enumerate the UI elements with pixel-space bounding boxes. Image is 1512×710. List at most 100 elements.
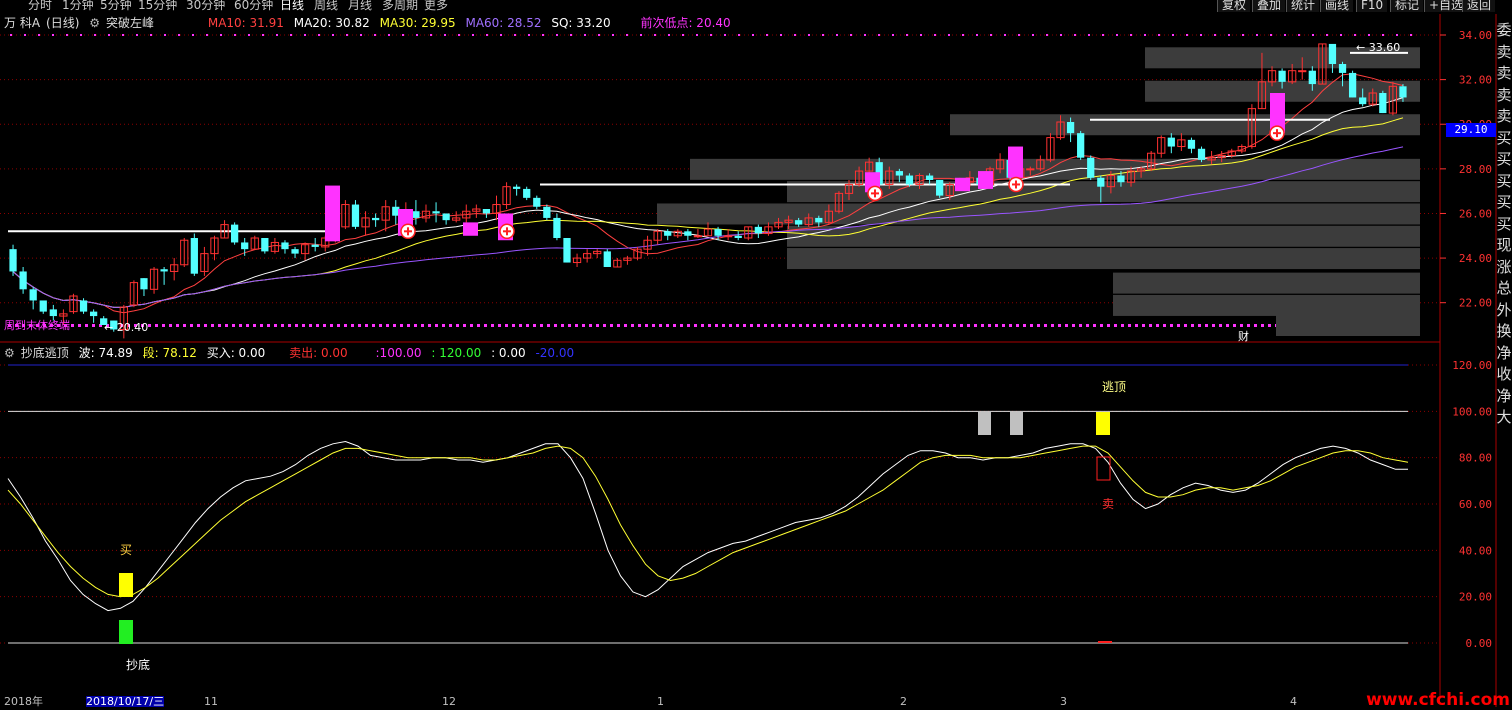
toolbar-button-7[interactable]: 返回: [1462, 0, 1496, 12]
breakout-block-7: [1008, 146, 1023, 178]
prev-low-dot: [995, 324, 998, 327]
quote-label-6: 买: [1496, 150, 1512, 168]
indicator-name[interactable]: 突破左峰: [106, 16, 154, 30]
top-dot: [920, 34, 922, 36]
candle-body-down: [49, 309, 57, 317]
top-dot: [850, 34, 852, 36]
volume-profile-bar-8: [1113, 272, 1420, 294]
gray-bar-1: [978, 412, 991, 435]
prev-low-dot: [1170, 324, 1173, 327]
price-tick-label-0: 22.00: [1459, 297, 1492, 310]
prev-low-dot: [666, 324, 669, 327]
prev-low-dot: [330, 324, 333, 327]
prev-low-dot: [463, 324, 466, 327]
date-label-5: 2: [900, 695, 907, 708]
top-dot: [1018, 34, 1020, 36]
prev-low-dot: [610, 324, 613, 327]
volume-profile-bar-5: [657, 203, 1420, 225]
candle-body-down: [563, 238, 571, 263]
top-dot: [248, 34, 250, 36]
toolbar-button-4[interactable]: F10: [1356, 0, 1388, 12]
osc-tick-label-1: 20.00: [1459, 591, 1492, 604]
prev-low-dot: [974, 324, 977, 327]
top-dot: [234, 34, 236, 36]
top-dot: [752, 34, 754, 36]
top-dot: [1102, 34, 1104, 36]
top-dot: [136, 34, 138, 36]
period-tab-8[interactable]: 月线: [348, 0, 372, 12]
prev-low-dot: [505, 324, 508, 327]
prev-low-dot: [477, 324, 480, 327]
prev-low-dot: [680, 324, 683, 327]
top-dot: [1074, 34, 1076, 36]
candle-body-down: [684, 231, 692, 236]
period-tab-7[interactable]: 周线: [314, 0, 338, 12]
top-dot: [1354, 34, 1356, 36]
candle-body-down: [9, 249, 17, 272]
top-dot: [1186, 34, 1188, 36]
prev-low-dot: [449, 324, 452, 327]
prev-low-dot: [883, 324, 886, 327]
osc-gear-icon[interactable]: ⚙: [4, 346, 15, 360]
volume-profile-bar-9: [1113, 294, 1420, 316]
escape-bar: [1096, 412, 1110, 435]
toolbar-button-0[interactable]: 复权: [1217, 0, 1251, 12]
candle-body-down: [1066, 122, 1075, 134]
prev-low-dot: [407, 324, 410, 327]
stock-name[interactable]: 万 科A: [4, 16, 40, 30]
osc-title[interactable]: 抄底逃顶: [21, 346, 69, 360]
indicator-gear-icon[interactable]: ⚙: [89, 16, 100, 30]
prev-low-dot: [232, 324, 235, 327]
toolbar-button-3[interactable]: 画线: [1320, 0, 1354, 12]
top-dot: [962, 34, 964, 36]
toolbar-button-1[interactable]: 叠加: [1252, 0, 1286, 12]
top-dot: [1046, 34, 1048, 36]
prev-low-dot: [813, 324, 816, 327]
top-dot: [80, 34, 82, 36]
quote-label-16: 收: [1496, 365, 1512, 383]
toolbar-button-2[interactable]: 统计: [1286, 0, 1320, 12]
period-tab-0[interactable]: 分时: [28, 0, 52, 12]
prev-low-dot: [743, 324, 746, 327]
prev-low-dot: [442, 324, 445, 327]
quote-label-18: 大: [1496, 408, 1512, 426]
prev-low-dot: [218, 324, 221, 327]
candle-body-down: [432, 211, 440, 214]
top-dot: [542, 34, 544, 36]
prev-low-dot: [694, 324, 697, 327]
period-tab-4[interactable]: 30分钟: [186, 0, 225, 12]
period-tab-2[interactable]: 5分钟: [100, 0, 132, 12]
candle-body-up: [1026, 168, 1035, 171]
date-label-7: 4: [1290, 695, 1297, 708]
prev-low-dot: [960, 324, 963, 327]
period-tab-10[interactable]: 更多: [424, 0, 448, 12]
candle-body-down: [936, 180, 944, 196]
candle-body-down: [311, 244, 319, 247]
toolbar-button-5[interactable]: 标记: [1390, 0, 1424, 12]
osc-sell: 卖出: 0.00: [289, 346, 348, 360]
prev-low-dot: [1051, 324, 1054, 327]
period-tab-1[interactable]: 1分钟: [62, 0, 94, 12]
top-dot: [472, 34, 474, 36]
legend-ma30: MA30: 29.95: [379, 16, 456, 30]
prev-low-dot: [638, 324, 641, 327]
prev-low-dot: [904, 324, 907, 327]
prev-low-dot: [176, 324, 179, 327]
toolbar-button-6[interactable]: +自选: [1424, 0, 1468, 12]
prev-low-dot: [1247, 324, 1250, 327]
prev-low-dot: [953, 324, 956, 327]
period-tab-9[interactable]: 多周期: [382, 0, 418, 12]
top-dot: [1410, 34, 1412, 36]
price-tick-label-1: 24.00: [1459, 252, 1492, 265]
date-label-4: 1: [657, 695, 664, 708]
period-tab-3[interactable]: 15分钟: [138, 0, 177, 12]
osc-l100: :100.00: [375, 346, 422, 360]
prev-low-dot: [288, 324, 291, 327]
top-dot: [332, 34, 334, 36]
sell-box: [1096, 456, 1111, 481]
candle-body-down: [533, 197, 541, 207]
top-dot: [430, 34, 432, 36]
period-tab-5[interactable]: 60分钟: [234, 0, 273, 12]
prev-low-dot: [890, 324, 893, 327]
period-tab-6[interactable]: 日线: [280, 0, 304, 12]
